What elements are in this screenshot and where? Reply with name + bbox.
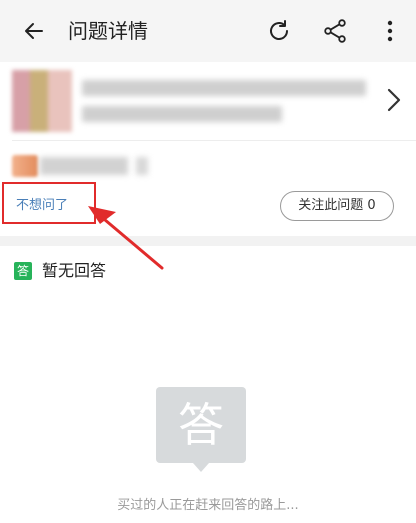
blurred-username-suffix: [136, 157, 148, 175]
empty-message: 买过的人正在赶来回答的路上...: [117, 498, 299, 513]
answer-bubble-icon: 答: [156, 387, 246, 472]
avatar: [12, 155, 38, 177]
blurred-product-title-line-2: [82, 106, 282, 122]
empty-state: 答 买过的人正在赶来回答的路上...: [0, 296, 416, 523]
chevron-right-icon[interactable]: [385, 86, 403, 114]
page-title: 问题详情: [68, 19, 148, 43]
product-card[interactable]: [0, 62, 416, 140]
question-meta: 不想问了 关注此问题 0: [0, 141, 416, 231]
more-vertical-icon[interactable]: [380, 18, 400, 44]
back-arrow-icon[interactable]: [22, 19, 46, 43]
follow-question-button[interactable]: 关注此问题 0: [280, 191, 394, 221]
answer-bubble-text: 答: [178, 398, 224, 452]
answers-header: 答 暂无回答: [0, 246, 416, 296]
section-gap: [0, 236, 416, 246]
share-icon[interactable]: [322, 18, 348, 44]
refresh-icon[interactable]: [266, 18, 292, 44]
answer-badge-icon: 答: [14, 262, 32, 280]
blurred-product-title-line-1: [82, 80, 366, 96]
product-thumbnail: [12, 70, 72, 132]
app-bar: 问题详情: [0, 0, 416, 62]
answers-title: 暂无回答: [42, 261, 107, 280]
annotation-highlight-box: [2, 182, 96, 224]
blurred-username: [40, 157, 128, 175]
